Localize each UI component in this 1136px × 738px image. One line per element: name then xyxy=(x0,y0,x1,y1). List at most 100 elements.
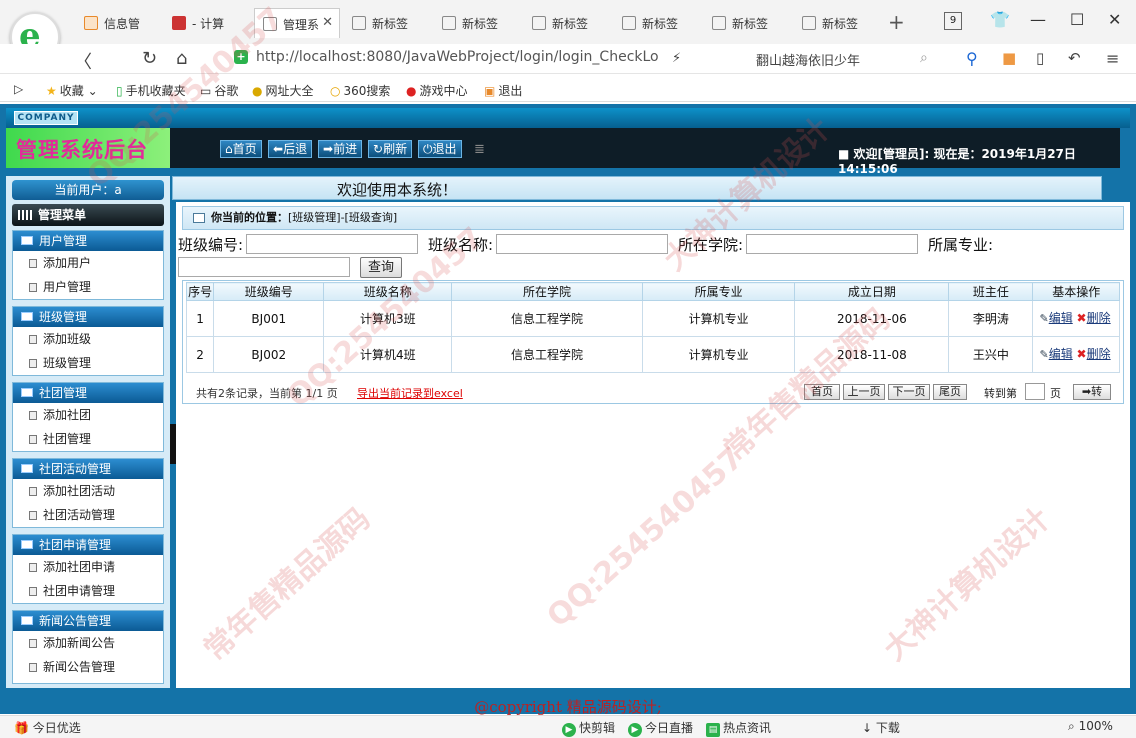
last-page-button[interactable]: 尾页 xyxy=(933,384,967,400)
browser-tab[interactable]: 新标签 xyxy=(614,8,700,38)
sidebar-item-add-application[interactable]: 添加社团申请 xyxy=(13,555,163,579)
cell: 1 xyxy=(185,300,215,337)
bookmark-mobile[interactable]: ▯ 手机收藏夹 xyxy=(116,82,186,99)
prev-page-button[interactable]: 上一页 xyxy=(843,384,885,400)
menu-group-title[interactable]: 班级管理 xyxy=(13,307,163,327)
goto-page-input[interactable] xyxy=(1025,383,1045,400)
page-icon xyxy=(29,563,37,572)
first-page-button[interactable]: 首页 xyxy=(804,384,840,400)
nav-refresh-button[interactable]: ↻刷新 xyxy=(368,140,413,158)
ops-cell: ✎编辑 ✖删除 xyxy=(1032,300,1120,337)
status-item[interactable]: ▶ 今日直播 xyxy=(628,719,693,737)
url-text[interactable]: http://localhost:8080/JavaWebProject/log… xyxy=(256,49,659,65)
close-tab-icon[interactable]: ✕ xyxy=(322,15,333,30)
cell: 李明涛 xyxy=(948,300,1034,337)
status-item[interactable]: ▤ 热点资讯 xyxy=(706,719,771,737)
reload-icon[interactable]: ↻ xyxy=(142,48,157,69)
sidebar-item-user-manage[interactable]: 用户管理 xyxy=(13,275,163,299)
delete-link[interactable]: 删除 xyxy=(1087,311,1111,325)
bookmark-games[interactable]: ● 游戏中心 xyxy=(406,82,468,99)
browser-tab-active[interactable]: 管理系 ✕ xyxy=(254,8,340,38)
menu-group-clubs: 社团管理 添加社团 社团管理 xyxy=(12,382,164,452)
undo-icon[interactable]: ↶ xyxy=(1068,49,1081,67)
record-summary: 共有2条记录，当前第 1/1 页 xyxy=(196,387,338,400)
nav-logout-button[interactable]: ⏻退出 xyxy=(418,140,462,158)
apps-icon[interactable]: ■ xyxy=(1002,49,1016,67)
browser-tab[interactable]: 新标签 xyxy=(524,8,610,38)
browser-tab[interactable]: 新标签 xyxy=(344,8,430,38)
tab-count-badge[interactable]: 9 xyxy=(944,12,962,30)
sidebar-toggle-icon[interactable]: ▷ xyxy=(14,82,23,96)
college-input[interactable] xyxy=(746,234,918,254)
cell: 2 xyxy=(185,336,215,373)
bookmark-exit[interactable]: ▣ 退出 xyxy=(484,82,522,99)
menu-group-title[interactable]: 社团活动管理 xyxy=(13,459,163,479)
edit-link[interactable]: 编辑 xyxy=(1049,347,1073,361)
menu-group-title[interactable]: 用户管理 xyxy=(13,231,163,251)
page-icon xyxy=(29,587,37,596)
major-label: 所属专业: xyxy=(928,236,994,254)
sidebar-item-application-manage[interactable]: 社团申请管理 xyxy=(13,579,163,603)
app-top-strip xyxy=(6,108,1130,128)
device-icon[interactable]: ▯ xyxy=(1036,49,1044,67)
find-icon[interactable]: ⚲ xyxy=(966,49,978,68)
browser-tab[interactable]: 新标签 xyxy=(794,8,880,38)
search-input[interactable]: 翻山越海依旧少年 xyxy=(756,50,860,69)
nav-forward-button[interactable]: ➡前进 xyxy=(318,140,363,158)
class-no-input[interactable] xyxy=(246,234,418,254)
sidebar-item-add-club[interactable]: 添加社团 xyxy=(13,403,163,427)
zoom-level[interactable]: ⌕ 100% xyxy=(1068,719,1113,734)
delete-link[interactable]: 删除 xyxy=(1087,347,1111,361)
sidebar-item-add-user[interactable]: 添加用户 xyxy=(13,251,163,275)
col-header: 成立日期 xyxy=(794,282,950,301)
shirt-icon[interactable]: 👕 xyxy=(990,10,1010,29)
bookmark-sites[interactable]: ● 网址大全 xyxy=(252,82,314,99)
new-tab-icon[interactable]: + xyxy=(888,10,905,34)
back-icon[interactable]: 〈 xyxy=(74,48,92,74)
cell: 计算机4班 xyxy=(323,336,453,373)
search-icon[interactable]: ⌕ xyxy=(920,50,928,66)
daily-picks[interactable]: 🎁 今日优选 xyxy=(14,719,81,736)
bookmark-360[interactable]: ○ 360搜索 xyxy=(330,82,390,99)
menu-group-title[interactable]: 社团申请管理 xyxy=(13,535,163,555)
lightning-icon[interactable]: ⚡ xyxy=(672,51,681,66)
export-excel-link[interactable]: 导出当前记录到excel xyxy=(357,385,463,401)
sidebar-item-club-manage[interactable]: 社团管理 xyxy=(13,427,163,451)
next-page-button[interactable]: 下一页 xyxy=(888,384,930,400)
class-name-input[interactable] xyxy=(496,234,668,254)
menu-group-title[interactable]: 新闻公告管理 xyxy=(13,611,163,631)
major-input[interactable] xyxy=(178,257,350,277)
home-icon[interactable]: ⌂ xyxy=(176,48,187,69)
menu-group-activities: 社团活动管理 添加社团活动 社团活动管理 xyxy=(12,458,164,528)
maximize-icon[interactable]: ☐ xyxy=(1070,10,1084,29)
news-icon: ▤ xyxy=(706,723,720,737)
cell: 2018-11-06 xyxy=(794,300,950,337)
go-button[interactable]: ➡转 xyxy=(1073,384,1111,400)
browser-tab[interactable]: - 计算 xyxy=(164,8,250,38)
minimize-icon[interactable]: — xyxy=(1030,10,1046,29)
edit-link[interactable]: 编辑 xyxy=(1049,311,1073,325)
status-item[interactable]: ▶ 快剪辑 xyxy=(562,719,615,737)
browser-tab[interactable]: 新标签 xyxy=(704,8,790,38)
close-window-icon[interactable]: ✕ xyxy=(1108,10,1121,29)
sidebar-item-activity-manage[interactable]: 社团活动管理 xyxy=(13,503,163,527)
cell: BJ001 xyxy=(213,300,325,337)
query-button[interactable]: 查询 xyxy=(360,257,402,278)
bookmark-google[interactable]: ▭ 谷歌 xyxy=(200,82,238,99)
browser-tab[interactable]: 信息管 xyxy=(76,8,162,38)
bookmark-favorites[interactable]: ★ 收藏 ⌄ xyxy=(46,82,98,99)
download-icon: ↓ xyxy=(862,721,873,735)
menu-group-title[interactable]: 社团管理 xyxy=(13,383,163,403)
menu-icon[interactable]: ≡ xyxy=(1106,49,1119,68)
sidebar-item-news-manage[interactable]: 新闻公告管理 xyxy=(13,655,163,679)
gift-icon: 🎁 xyxy=(14,721,29,735)
nav-home-button[interactable]: ⌂首页 xyxy=(220,140,262,158)
sidebar-item-add-news[interactable]: 添加新闻公告 xyxy=(13,631,163,655)
sidebar-item-add-class[interactable]: 添加班级 xyxy=(13,327,163,351)
browser-tab[interactable]: 新标签 xyxy=(434,8,520,38)
sidebar-item-class-manage[interactable]: 班级管理 xyxy=(13,351,163,375)
address-bar[interactable]: + http://localhost:8080/JavaWebProject/l… xyxy=(228,46,748,70)
status-item[interactable]: ↓ 下载 xyxy=(862,719,900,736)
nav-back-button[interactable]: ⬅后退 xyxy=(268,140,313,158)
sidebar-item-add-activity[interactable]: 添加社团活动 xyxy=(13,479,163,503)
